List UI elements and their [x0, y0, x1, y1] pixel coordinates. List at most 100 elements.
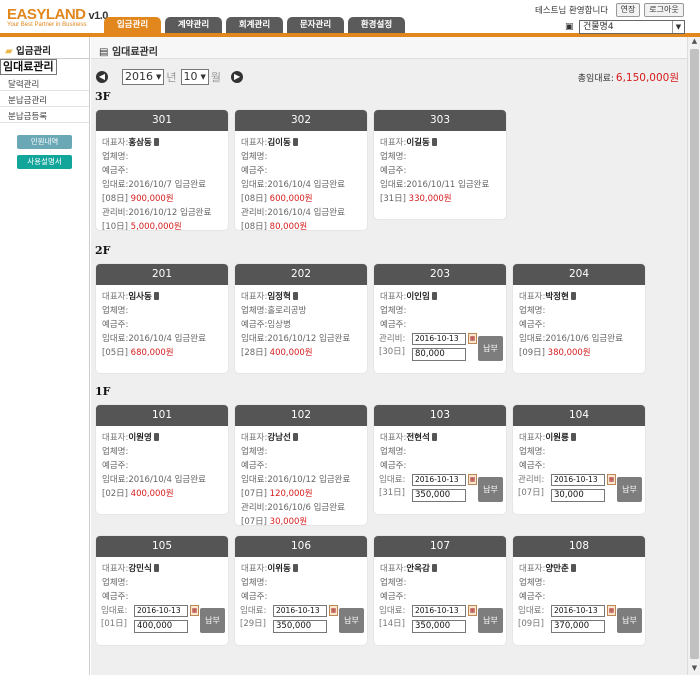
payment-amount-input[interactable]: 350,000	[412, 489, 466, 502]
unit-card[interactable]: 301 대표자:홍삼동 업체명: 예금주: 임대료:2016/10/7 입금완료 [08日…	[96, 110, 228, 230]
payment-amount-row: [10日] 5,000,000원	[102, 220, 228, 230]
tab-settings[interactable]: 환경설정	[348, 17, 405, 33]
unit-card[interactable]: 202 대표자:임정혁 업체명:홀로리공방 예금주:임상병 임대료:2016/10/12…	[235, 264, 367, 373]
phone-icon[interactable]	[431, 564, 437, 572]
payment-day: [08日]	[241, 194, 267, 204]
phone-icon[interactable]	[153, 138, 159, 146]
payment-date-input[interactable]: 2016-10-13	[134, 605, 188, 617]
unit-card[interactable]: 103 대표자:전현석 업체명: 예금주: 임대료: [31日] 2016-10-13 ▦ 35…	[374, 405, 506, 514]
scroll-thumb[interactable]	[690, 49, 699, 659]
month-select[interactable]: 10 ▼	[180, 69, 209, 85]
payment-status-row: 임대료:2016/10/6 입금완료	[519, 332, 645, 346]
calendar-icon[interactable]: ▦	[329, 605, 338, 616]
phone-icon[interactable]	[292, 564, 298, 572]
phone-icon[interactable]	[292, 138, 298, 146]
phone-icon[interactable]	[153, 292, 159, 300]
app-logo[interactable]: EASYLAND v1.0	[7, 6, 108, 23]
payment-date-input[interactable]: 2016-10-13	[412, 474, 466, 486]
pay-button[interactable]: 납부	[200, 608, 225, 633]
phone-icon[interactable]	[570, 433, 576, 441]
unit-body: 대표자:홍삼동 업체명: 예금주: 임대료:2016/10/7 입금완료 [08日] 9…	[96, 131, 228, 230]
representative-name: 임사동	[128, 292, 152, 302]
unit-card[interactable]: 204 대표자:박정현 업체명: 예금주: 임대료:2016/10/6 입금완료 [09日…	[513, 264, 645, 373]
pay-button[interactable]: 납부	[617, 477, 642, 502]
prev-month-icon[interactable]: ◀	[96, 71, 108, 83]
pay-button[interactable]: 납부	[478, 608, 503, 633]
tab-sms[interactable]: 문자관리	[287, 17, 344, 33]
unit-card[interactable]: 101 대표자:이원영 업체명: 예금주: 임대료:2016/10/4 입금완료 [02日…	[96, 405, 228, 514]
phone-icon[interactable]	[153, 433, 159, 441]
tab-contract[interactable]: 계약관리	[165, 17, 222, 33]
payment-form-label: 관리비:	[379, 334, 406, 344]
representative-row: 대표자:이인임	[380, 290, 506, 304]
unit-card[interactable]: 201 대표자:임사동 업체명: 예금주: 임대료:2016/10/4 입금완료 [05日…	[96, 264, 228, 373]
payment-amount-input[interactable]: 400,000	[134, 620, 188, 633]
phone-icon[interactable]	[431, 138, 437, 146]
payment-date-input[interactable]: 2016-10-13	[551, 474, 605, 486]
complaints-button[interactable]: 민원내역	[17, 135, 72, 149]
pay-button[interactable]: 납부	[478, 336, 503, 361]
payment-form: 임대료: [09日] 2016-10-13 ▦ 370,000 납부	[518, 605, 643, 645]
payment-amount-input[interactable]: 30,000	[551, 489, 605, 502]
phone-icon[interactable]	[153, 564, 159, 572]
vertical-scrollbar[interactable]: ▲ ▼	[687, 37, 700, 675]
extend-button[interactable]: 연장	[616, 3, 640, 17]
unit-card[interactable]: 107 대표자:안옥감 업체명: 예금주: 임대료: [14日] 2016-10-13 ▦ 35…	[374, 536, 506, 645]
calendar-icon[interactable]: ▦	[607, 474, 616, 485]
depositor-row: 예금주:	[102, 590, 228, 604]
phone-icon[interactable]	[292, 292, 298, 300]
calendar-icon[interactable]: ▦	[468, 605, 477, 616]
calendar-icon[interactable]: ▦	[468, 333, 477, 344]
payment-date-input[interactable]: 2016-10-13	[551, 605, 605, 617]
sidebar-item-installment[interactable]: 분납금관리	[0, 91, 89, 107]
scroll-up-icon[interactable]: ▲	[688, 37, 700, 48]
phone-icon[interactable]	[570, 564, 576, 572]
company-label: 업체명:	[102, 152, 129, 162]
payment-amount-input[interactable]: 80,000	[412, 348, 466, 361]
payment-amount-input[interactable]: 350,000	[273, 620, 327, 633]
payment-date-input[interactable]: 2016-10-13	[412, 605, 466, 617]
depositor-row: 예금주:	[519, 590, 645, 604]
depositor-label: 예금주:	[241, 166, 268, 176]
payment-amount-input[interactable]: 350,000	[412, 620, 466, 633]
unit-card[interactable]: 203 대표자:이인임 업체명: 예금주: 관리비: [30日] 2016-10-13 ▦ 80…	[374, 264, 506, 373]
payment-date-input[interactable]: 2016-10-13	[273, 605, 327, 617]
company-row: 업체명:	[102, 576, 228, 590]
phone-icon[interactable]	[431, 433, 437, 441]
phone-icon[interactable]	[570, 292, 576, 300]
sidebar-item-calendar[interactable]: 달력관리	[0, 75, 89, 91]
pay-button[interactable]: 납부	[478, 477, 503, 502]
sidebar-item-installment-register[interactable]: 분납금등록	[0, 107, 89, 123]
building-select[interactable]: 건물명4 ▼	[579, 20, 685, 34]
payment-form: 임대료: [31日] 2016-10-13 ▦ 350,000 납부	[379, 474, 504, 514]
phone-icon[interactable]	[431, 292, 437, 300]
payment-date-input[interactable]: 2016-10-13	[412, 333, 466, 345]
tab-deposit[interactable]: 입금관리	[104, 17, 161, 33]
calendar-icon[interactable]: ▦	[607, 605, 616, 616]
calendar-icon[interactable]: ▦	[190, 605, 199, 616]
manual-button[interactable]: 사용설명서	[17, 155, 72, 169]
scroll-down-icon[interactable]: ▼	[688, 664, 700, 675]
tab-accounting[interactable]: 회계관리	[226, 17, 283, 33]
company-row: 업체명:	[102, 150, 228, 164]
logout-button[interactable]: 로그아웃	[644, 3, 684, 17]
representative-label: 대표자:	[241, 433, 268, 443]
next-month-icon[interactable]: ▶	[231, 71, 244, 83]
unit-card[interactable]: 108 대표자:양만춘 업체명: 예금주: 임대료: [09日] 2016-10-13 ▦ 37…	[513, 536, 645, 645]
unit-card[interactable]: 302 대표자:김이동 업체명: 예금주: 임대료:2016/10/4 입금완료 [08日…	[235, 110, 367, 230]
unit-card[interactable]: 106 대표자:이위동 업체명: 예금주: 임대료: [29日] 2016-10-13 ▦ 35…	[235, 536, 367, 645]
unit-card[interactable]: 303 대표자:이길동 업체명: 예금주: 임대료:2016/10/11 입금완료 [31…	[374, 110, 506, 219]
payment-amount-input[interactable]: 370,000	[551, 620, 605, 633]
unit-card[interactable]: 102 대표자:강남선 업체명: 예금주: 임대료:2016/10/12 입금완료 [07…	[235, 405, 367, 525]
unit-body: 대표자:이인임 업체명: 예금주:	[374, 285, 506, 332]
sidebar-item-rent[interactable]: 임대료관리	[0, 59, 57, 75]
representative-label: 대표자:	[102, 292, 129, 302]
calendar-icon[interactable]: ▦	[468, 474, 477, 485]
pay-button[interactable]: 납부	[617, 608, 642, 633]
representative-name: 이원룡	[545, 433, 569, 443]
phone-icon[interactable]	[292, 433, 298, 441]
unit-card[interactable]: 105 대표자:강민식 업체명: 예금주: 임대료: [01日] 2016-10-13 ▦ 40…	[96, 536, 228, 645]
year-select[interactable]: 2016 ▼	[122, 69, 165, 85]
pay-button[interactable]: 납부	[339, 608, 364, 633]
unit-card[interactable]: 104 대표자:이원룡 업체명: 예금주: 관리비: [07日] 2016-10-13 ▦ 30…	[513, 405, 645, 514]
